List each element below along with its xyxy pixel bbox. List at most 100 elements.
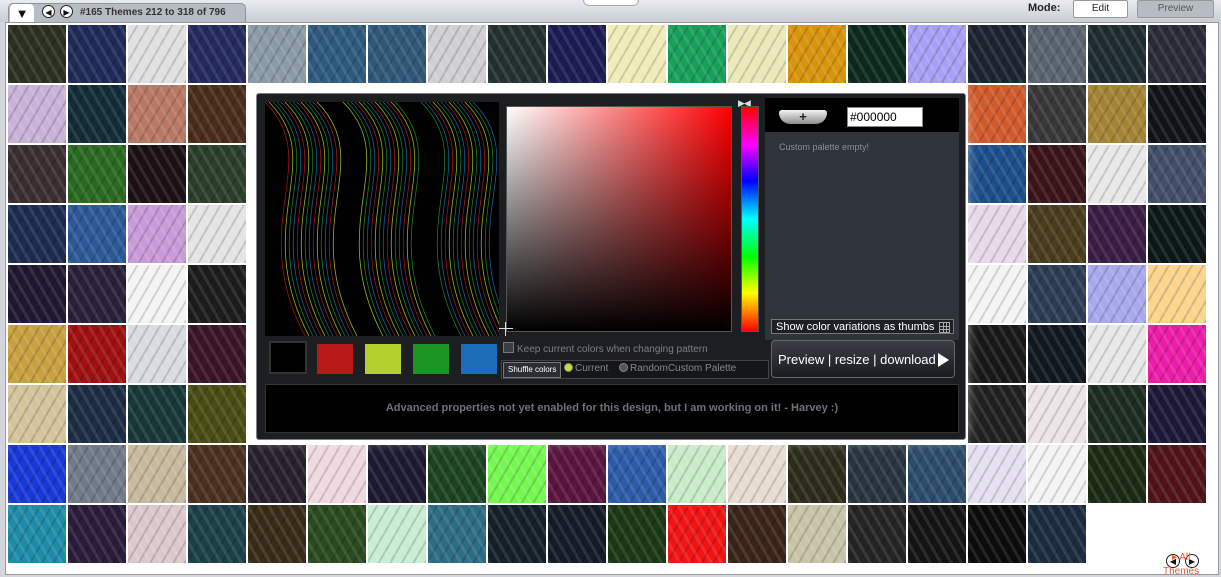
theme-thumbnail[interactable] — [1148, 445, 1206, 503]
theme-thumbnail[interactable] — [248, 505, 306, 563]
theme-thumbnail[interactable] — [1088, 205, 1146, 263]
color-swatch[interactable] — [317, 344, 353, 374]
theme-thumbnail[interactable] — [848, 25, 906, 83]
theme-thumbnail[interactable] — [968, 385, 1026, 443]
theme-thumbnail[interactable] — [668, 445, 726, 503]
theme-thumbnail[interactable] — [548, 445, 606, 503]
theme-thumbnail[interactable] — [368, 505, 426, 563]
theme-thumbnail[interactable] — [968, 85, 1026, 143]
theme-thumbnail[interactable] — [1088, 145, 1146, 203]
theme-thumbnail[interactable] — [728, 25, 786, 83]
shuffle-colors-button[interactable]: Shuffle colors — [503, 362, 562, 378]
theme-thumbnail[interactable] — [908, 445, 966, 503]
theme-thumbnail[interactable] — [488, 505, 546, 563]
theme-thumbnail[interactable] — [128, 445, 186, 503]
theme-thumbnail[interactable] — [908, 505, 966, 563]
theme-thumbnail[interactable] — [968, 205, 1026, 263]
theme-thumbnail[interactable] — [68, 385, 126, 443]
theme-thumbnail[interactable] — [8, 85, 66, 143]
theme-thumbnail[interactable] — [1148, 265, 1206, 323]
keep-colors-option[interactable]: Keep current colors when changing patter… — [503, 342, 708, 355]
theme-thumbnail[interactable] — [8, 445, 66, 503]
radio-random-icon[interactable] — [619, 363, 628, 372]
theme-thumbnail[interactable] — [248, 25, 306, 83]
theme-thumbnail[interactable] — [1028, 445, 1086, 503]
theme-thumbnail[interactable] — [188, 325, 246, 383]
theme-thumbnail[interactable] — [68, 145, 126, 203]
theme-thumbnail[interactable] — [1088, 325, 1146, 383]
theme-thumbnail[interactable] — [308, 25, 366, 83]
next-page-icon[interactable]: ▶ — [60, 5, 73, 18]
theme-thumbnail[interactable] — [1088, 265, 1146, 323]
theme-thumbnail[interactable] — [968, 325, 1026, 383]
theme-thumbnail[interactable] — [188, 205, 246, 263]
radio-random[interactable]: RandomCustom Palette — [619, 363, 736, 374]
theme-thumbnail[interactable] — [1088, 445, 1146, 503]
theme-thumbnail[interactable] — [188, 445, 246, 503]
theme-thumbnail[interactable] — [8, 265, 66, 323]
theme-thumbnail[interactable] — [248, 445, 306, 503]
edit-mode-button[interactable]: Edit — [1073, 0, 1128, 18]
theme-thumbnail[interactable] — [308, 445, 366, 503]
color-swatch[interactable] — [365, 344, 401, 374]
add-color-button[interactable]: + — [779, 110, 827, 124]
theme-thumbnail[interactable] — [1088, 85, 1146, 143]
prev-page-icon[interactable]: ◀ — [42, 5, 55, 18]
theme-thumbnail[interactable] — [188, 265, 246, 323]
theme-thumbnail[interactable] — [68, 25, 126, 83]
theme-thumbnail[interactable] — [128, 265, 186, 323]
theme-thumbnail[interactable] — [548, 25, 606, 83]
theme-thumbnail[interactable] — [908, 25, 966, 83]
theme-thumbnail[interactable] — [128, 385, 186, 443]
panel-handle[interactable] — [583, 0, 639, 6]
theme-thumbnail[interactable] — [1028, 325, 1086, 383]
theme-thumbnail[interactable] — [308, 505, 366, 563]
theme-thumbnail[interactable] — [1148, 145, 1206, 203]
theme-thumbnail[interactable] — [1028, 25, 1086, 83]
theme-thumbnail[interactable] — [128, 325, 186, 383]
hue-slider[interactable] — [741, 106, 759, 332]
theme-thumbnail[interactable] — [1148, 205, 1206, 263]
theme-thumbnail[interactable] — [968, 505, 1026, 563]
theme-thumbnail[interactable] — [128, 505, 186, 563]
keep-colors-checkbox[interactable] — [503, 342, 514, 353]
theme-thumbnail[interactable] — [728, 505, 786, 563]
theme-thumbnail[interactable] — [608, 445, 666, 503]
show-variations-button[interactable]: Show color variations as thumbs — [771, 319, 954, 334]
theme-thumbnail[interactable] — [968, 25, 1026, 83]
theme-thumbnail[interactable] — [608, 25, 666, 83]
theme-thumbnail[interactable] — [8, 145, 66, 203]
theme-thumbnail[interactable] — [1028, 265, 1086, 323]
theme-thumbnail[interactable] — [848, 505, 906, 563]
theme-thumbnail[interactable] — [68, 265, 126, 323]
theme-thumbnail[interactable] — [488, 25, 546, 83]
theme-thumbnail[interactable] — [1088, 25, 1146, 83]
theme-thumbnail[interactable] — [1028, 505, 1086, 563]
all-themes-link[interactable]: ▸ All — [1172, 552, 1190, 563]
theme-thumbnail[interactable] — [68, 325, 126, 383]
color-swatch[interactable] — [269, 341, 307, 374]
theme-thumbnail[interactable] — [428, 25, 486, 83]
theme-thumbnail[interactable] — [68, 445, 126, 503]
theme-thumbnail[interactable] — [1028, 85, 1086, 143]
themes-link[interactable]: Themes — [1163, 566, 1199, 577]
theme-thumbnail[interactable] — [1148, 25, 1206, 83]
theme-thumbnail[interactable] — [968, 145, 1026, 203]
theme-thumbnail[interactable] — [548, 505, 606, 563]
theme-thumbnail[interactable] — [8, 25, 66, 83]
preview-resize-download-button[interactable]: Preview | resize | download — [771, 340, 955, 378]
theme-thumbnail[interactable] — [1028, 385, 1086, 443]
color-swatch[interactable] — [461, 344, 497, 374]
hex-color-input[interactable]: #000000 — [847, 107, 923, 127]
theme-thumbnail[interactable] — [8, 505, 66, 563]
theme-thumbnail[interactable] — [188, 85, 246, 143]
dropdown-triangle-icon[interactable]: ▼ — [10, 4, 34, 22]
theme-thumbnail[interactable] — [668, 25, 726, 83]
color-swatch[interactable] — [413, 344, 449, 374]
theme-thumbnail[interactable] — [128, 85, 186, 143]
theme-thumbnail[interactable] — [368, 25, 426, 83]
theme-thumbnail[interactable] — [8, 205, 66, 263]
theme-thumbnail[interactable] — [968, 445, 1026, 503]
theme-thumbnail[interactable] — [188, 25, 246, 83]
radio-current[interactable]: Current — [564, 363, 608, 374]
